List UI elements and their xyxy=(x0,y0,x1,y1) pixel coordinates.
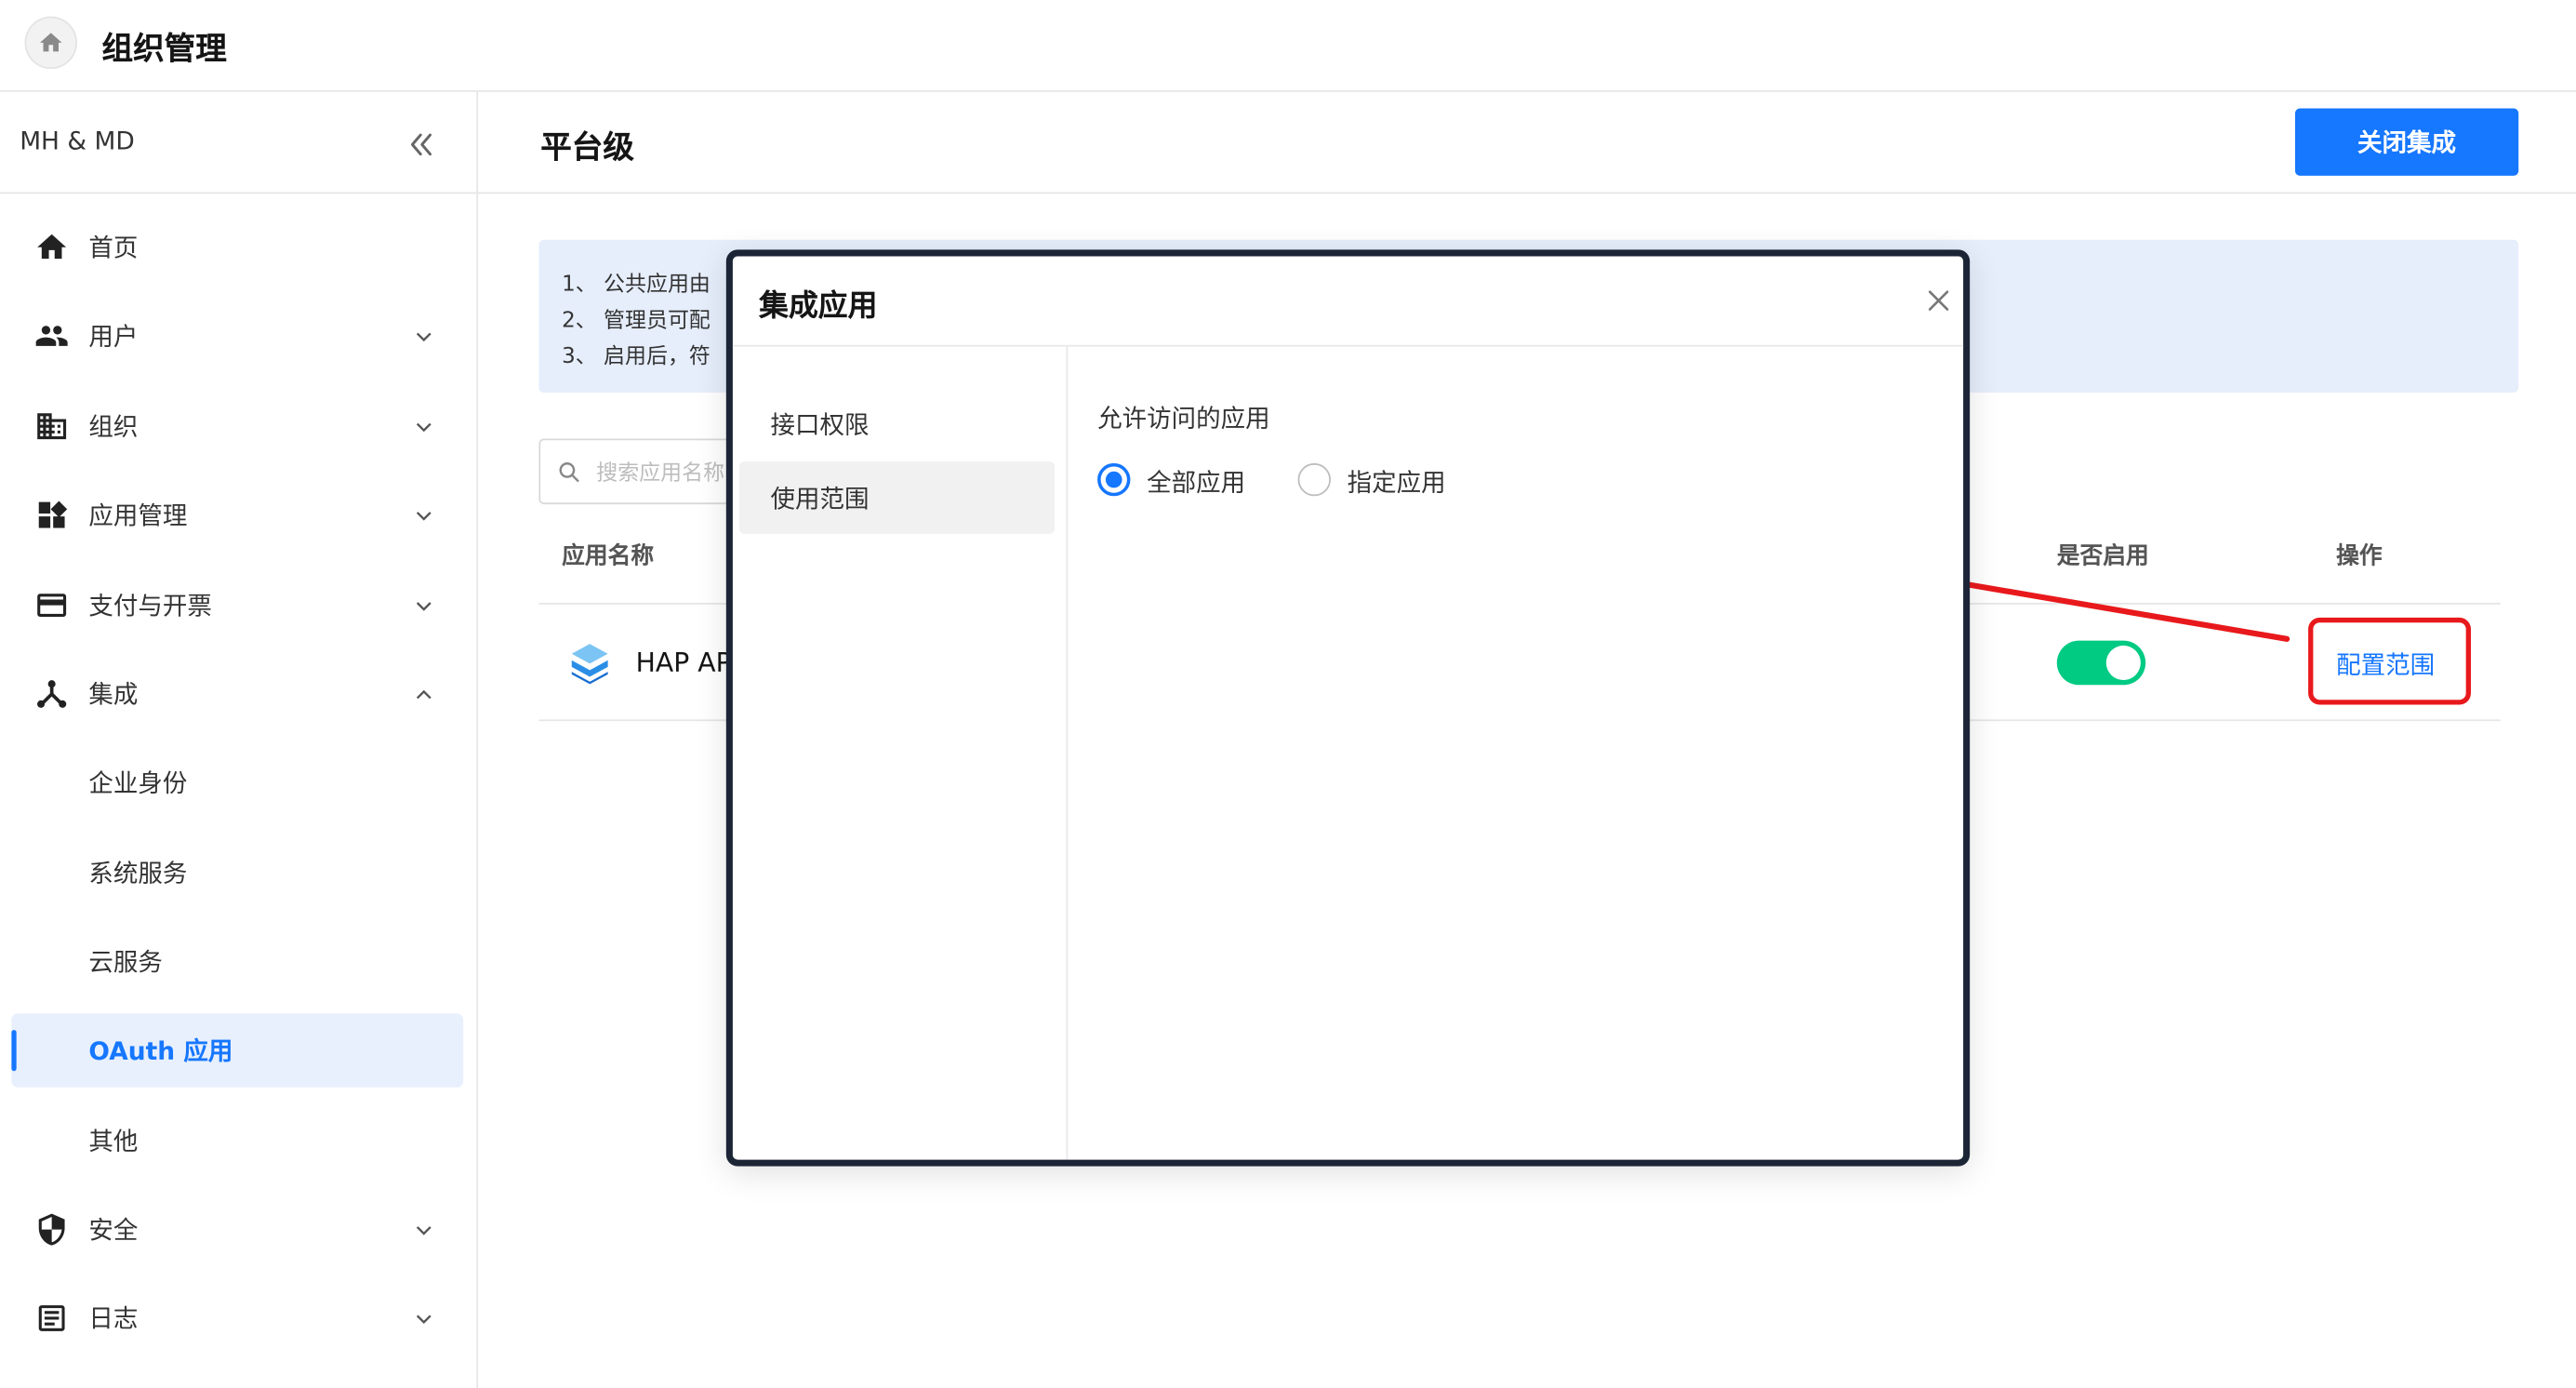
modal-divider xyxy=(732,344,1964,347)
modal-title: 集成应用 xyxy=(759,288,878,324)
sidebar-item-integration[interactable]: 集成 xyxy=(11,657,463,730)
home-icon xyxy=(39,33,62,52)
sidebar-item-label: 云服务 xyxy=(88,947,163,978)
sidebar: MH & MD 首页 用户 组织 应用管理 支付与开票 集成 企业身份 系统服务… xyxy=(0,91,479,1388)
sidebar-item-label: 首页 xyxy=(88,233,139,263)
sidebar-item-billing[interactable]: 支付与开票 xyxy=(11,568,463,642)
app-name: HAP API xyxy=(635,647,740,679)
notice-line: 3、 启用后，符 xyxy=(562,344,710,370)
collapse-sidebar-button[interactable] xyxy=(405,128,437,161)
radio-label: 指定应用 xyxy=(1347,468,1446,499)
close-icon xyxy=(1928,290,1949,311)
sidebar-subitem-oauth-apps[interactable]: OAuth 应用 xyxy=(11,1013,464,1088)
chevron-down-icon xyxy=(416,512,432,521)
sidebar-item-label: OAuth 应用 xyxy=(88,1036,233,1066)
apps-icon xyxy=(38,500,68,528)
notice-line: 1、 公共应用由 xyxy=(562,273,710,298)
sidebar-item-label: 应用管理 xyxy=(88,500,188,531)
sidebar-item-logs[interactable]: 日志 xyxy=(11,1281,463,1355)
sidebar-item-app-management[interactable]: 应用管理 xyxy=(11,478,463,552)
chevron-down-icon xyxy=(416,1226,432,1235)
close-integration-button[interactable]: 关闭集成 xyxy=(2294,108,2519,176)
modal-divider xyxy=(1066,346,1069,1160)
radio-all-apps[interactable]: 全部应用 xyxy=(1097,460,1262,499)
log-icon xyxy=(38,1305,65,1331)
sidebar-item-org[interactable]: 组织 xyxy=(11,389,463,462)
sidebar-item-label: 用户 xyxy=(88,322,139,352)
integration-app-modal: 集成应用 接口权限 使用范围 允许访问的应用 全部应用 指定应用 xyxy=(725,249,1971,1167)
active-indicator xyxy=(11,1030,17,1072)
app-logo-icon xyxy=(571,644,608,685)
column-header-name: 应用名称 xyxy=(562,543,655,570)
tab-api-permission[interactable]: 接口权限 xyxy=(739,388,1055,460)
modal-close-button[interactable] xyxy=(1925,287,1951,314)
sidebar-subitem-cloud-service[interactable]: 云服务 xyxy=(11,925,463,998)
column-header-enabled: 是否启用 xyxy=(2056,543,2149,570)
sidebar-subitem-other[interactable]: 其他 xyxy=(11,1104,463,1178)
sidebar-item-label: 企业身份 xyxy=(88,768,188,799)
chevron-up-icon xyxy=(416,689,432,700)
sidebar-item-label: 安全 xyxy=(88,1215,139,1246)
sidebar-subitem-system-service[interactable]: 系统服务 xyxy=(11,836,463,910)
org-name: MH & MD xyxy=(20,126,135,156)
annotation-highlight-box xyxy=(2308,617,2471,705)
page-title: 平台级 xyxy=(540,129,634,167)
tab-label: 使用范围 xyxy=(770,484,870,514)
tab-label: 接口权限 xyxy=(770,410,870,441)
users-icon xyxy=(35,326,68,346)
radio-circle xyxy=(1297,462,1331,497)
sidebar-item-label: 支付与开票 xyxy=(88,591,212,621)
chevron-down-icon xyxy=(416,422,432,433)
home-button[interactable] xyxy=(24,16,78,70)
shield-icon xyxy=(38,1213,65,1246)
sidebar-item-home[interactable]: 首页 xyxy=(11,210,463,284)
chevron-down-icon xyxy=(416,332,432,342)
integration-icon xyxy=(37,680,67,708)
sidebar-item-label: 系统服务 xyxy=(88,859,188,889)
sidebar-subitem-enterprise-identity[interactable]: 企业身份 xyxy=(11,746,463,820)
notice-line: 2、 管理员可配 xyxy=(562,308,710,334)
sidebar-item-users[interactable]: 用户 xyxy=(11,299,463,372)
radio-specified-apps[interactable]: 指定应用 xyxy=(1297,460,1463,499)
main-header: 平台级 关闭集成 xyxy=(478,92,2576,194)
double-chevron-left-icon xyxy=(410,133,432,156)
radio-label: 全部应用 xyxy=(1147,468,1246,499)
search-icon xyxy=(559,462,579,483)
sidebar-item-label: 组织 xyxy=(88,412,139,442)
column-header-action: 操作 xyxy=(2336,543,2383,570)
radio-circle xyxy=(1097,462,1131,497)
home-icon xyxy=(37,234,67,260)
tab-usage-scope[interactable]: 使用范围 xyxy=(738,461,1056,534)
org-row: MH & MD xyxy=(0,92,477,194)
sidebar-item-label: 集成 xyxy=(88,679,139,710)
chevron-down-icon xyxy=(416,602,432,611)
sidebar-item-label: 日志 xyxy=(88,1303,139,1334)
app-title: 组织管理 xyxy=(101,31,227,68)
building-icon xyxy=(37,413,67,440)
sidebar-item-security[interactable]: 安全 xyxy=(11,1193,463,1266)
section-label: 允许访问的应用 xyxy=(1097,404,1270,434)
enable-toggle[interactable] xyxy=(2056,640,2146,686)
sidebar-item-label: 其他 xyxy=(88,1127,139,1157)
top-header: 组织管理 xyxy=(0,0,2576,92)
chevron-down-icon xyxy=(416,1315,432,1325)
card-icon xyxy=(37,594,67,618)
toggle-knob xyxy=(2105,645,2141,680)
